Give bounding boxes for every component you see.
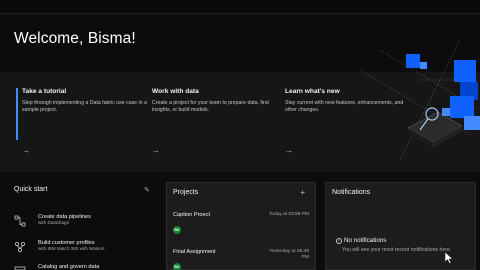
catalog-icon [14,266,26,270]
notifications-empty-label: No notifications [344,237,387,244]
hero-cube-illustration [360,40,480,160]
tutorial-card[interactable]: Take a tutorial Step through implementin… [16,88,148,168]
project-name: Caption Proect [173,212,211,218]
quick-start-item-sub: with IBM Match 360 with Watson [38,246,105,251]
pipeline-icon [14,215,26,227]
arrow-right-icon[interactable]: → [285,146,293,155]
project-row[interactable]: Final Assignment Yesterday at 05:49 PM B… [173,249,313,270]
pencil-icon[interactable]: ✎ [144,186,150,194]
tutorial-card-description: Step through implementing a Data fabric … [22,100,147,113]
mouse-cursor-icon [445,252,453,264]
avatar: BK [173,263,181,270]
quick-start-section: Quick start ✎ Create data pipelines with… [14,186,154,270]
notifications-title: Notifications [332,189,371,196]
quick-start-item-label: Catalog and govern data [38,264,100,270]
tutorial-card-title: Take a tutorial [22,88,67,95]
work-with-data-card-title: Work with data [152,88,199,95]
page-title: Welcome, Bisma! [14,30,136,47]
quick-start-item-sub: with DataStage [38,220,70,225]
project-date: Today at 03:58 PM [269,212,309,217]
notifications-empty-state: i No notifications [336,237,386,244]
notifications-empty-description: You will see your most recent notificati… [342,247,452,253]
projects-title: Projects [173,189,199,196]
quick-start-title: Quick start [14,186,48,193]
arrow-right-icon[interactable]: → [22,146,30,155]
project-row[interactable]: Caption Proect Today at 03:58 PM BK [173,212,313,238]
top-bar [0,0,480,14]
project-name: Final Assignment [173,249,216,255]
projects-panel: Projects + Caption Proect Today at 03:58… [166,182,316,270]
work-with-data-card-description: Create a project for your team to prepar… [152,100,269,113]
add-project-button[interactable]: + [300,188,305,197]
arrow-right-icon[interactable]: → [152,146,160,155]
work-with-data-card[interactable]: Work with data Create a project for your… [152,88,278,168]
profile-icon [14,241,26,253]
avatar: BK [173,226,181,234]
notifications-panel: Notifications i No notifications You will… [325,182,476,270]
info-icon: i [336,238,342,244]
project-date: Yesterday at 05:49 PM [269,249,309,260]
